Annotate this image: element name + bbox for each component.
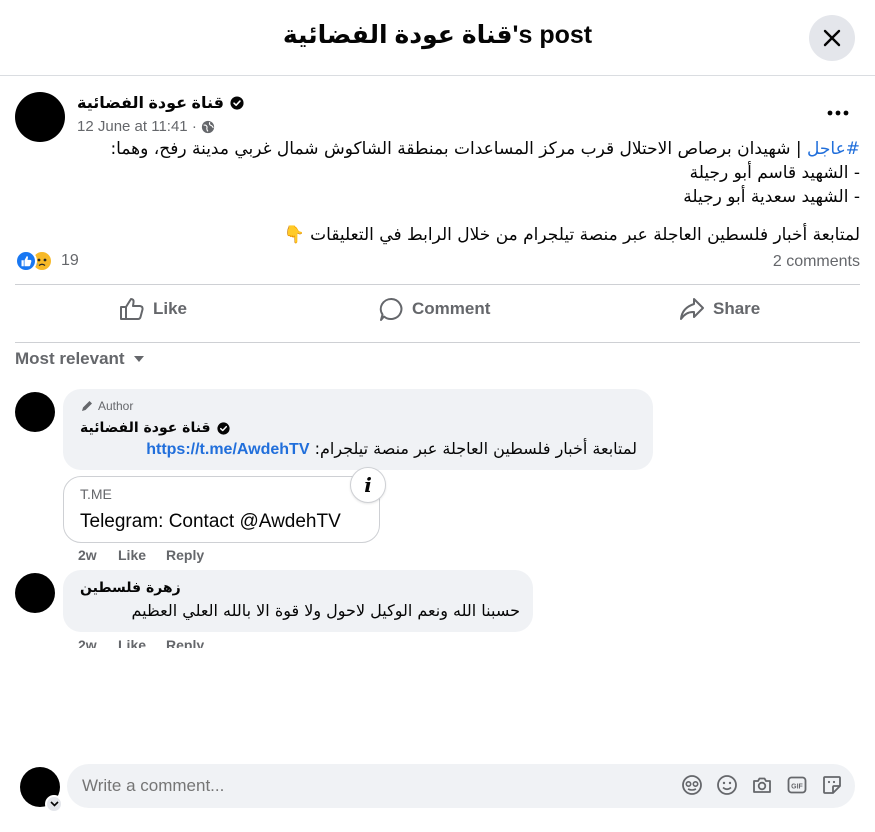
close-icon [823,29,841,47]
like-button[interactable]: Like [119,294,187,324]
link-preview-title: Telegram: Contact @AwdehTV [80,511,341,532]
comment-button[interactable]: Comment [379,294,490,324]
gif-icon[interactable]: GIF [786,774,808,796]
comment-text: حسبنا الله ونعم الوكيل لاحول ولا قوة الا… [131,601,520,620]
sort-label[interactable]: Most relevant [15,349,125,369]
comment-icon [379,297,403,321]
post-line-3: - الشهيد سعدية أبو رجيلة [683,187,860,207]
comments-count-link[interactable]: 2 comments [740,253,860,271]
comment-sort-dropdown[interactable]: Most relevant [15,349,145,369]
dialog-title: قناة عودة الفضائية's post [282,21,593,49]
post-time[interactable]: 12 June at 11:41 · [77,118,197,135]
reactions-summary[interactable]: 19 [15,250,79,272]
post-line-2: - الشهيد قاسم أبو رجيلة [689,163,860,183]
dialog-header: قناة عودة الفضائية's post [0,0,875,76]
comment-like-button[interactable]: Like [118,547,166,563]
comment-actions: 2w Like Reply [78,547,204,563]
like-reaction-icon [15,250,37,272]
like-label: Like [153,299,188,318]
more-options-button[interactable] [820,100,856,126]
more-icon [827,110,849,116]
comments-scroll-clip: 2w Like Reply [0,630,875,648]
comment-age[interactable]: 2w [78,547,118,563]
verified-badge-icon [230,96,244,110]
comment-age[interactable]: 2w [78,637,118,648]
comment-composer[interactable]: GIF [67,764,855,808]
post-timestamp[interactable]: 12 June at 11:41 · [77,118,215,135]
comment-actions: 2w Like Reply [78,637,204,648]
commenter-avatar[interactable] [15,573,55,613]
page-avatar[interactable] [15,92,65,142]
telegram-link[interactable]: https://t.me/AwdehTV [146,441,309,458]
post-author[interactable]: قناة عودة الفضائية [77,93,244,113]
globe-icon [201,120,214,133]
chevron-down-icon [49,801,59,807]
verified-badge-icon [217,421,230,435]
composer-tools: GIF [681,774,843,796]
commenter-name[interactable]: زهرة فلسطين [80,580,181,596]
comment-reply-button[interactable]: Reply [166,547,204,563]
post-body: #عاجل | شهيدان برصاص الاحتلال قرب مركز ا… [15,137,860,247]
emoji-icon[interactable] [716,774,738,796]
comment-input[interactable] [82,776,642,796]
commenter-name[interactable]: قناة عودة الفضائية [80,420,230,436]
divider [15,284,860,285]
author-badge: Author [80,399,133,413]
sticker-icon[interactable] [821,774,843,796]
link-preview-card[interactable]: T.ME Telegram: Contact @AwdehTV [63,476,380,543]
caret-down-icon [133,356,144,362]
share-label: Share [713,299,761,318]
share-button[interactable]: Share [679,294,760,324]
author-badge-label: Author [98,399,134,413]
reaction-count[interactable]: 19 [61,252,79,270]
profile-switch-button[interactable] [45,795,63,813]
comment-like-button[interactable]: Like [118,637,166,648]
comment-text: لمتابعة أخبار فلسطين العاجلة عبر منصة تي… [146,439,637,458]
avatar-sticker-icon[interactable] [681,774,703,796]
hashtag-link[interactable]: #عاجل [807,139,860,159]
post-line-4: لمتابعة أخبار فلسطين العاجلة عبر منصة تي… [283,225,860,245]
thumbs-up-icon [120,298,144,320]
info-icon[interactable]: i [350,467,386,503]
post-line-1: #عاجل | شهيدان برصاص الاحتلال قرب مركز ا… [110,139,860,159]
close-button[interactable] [809,15,855,61]
camera-icon[interactable] [751,774,773,796]
comment-label: Comment [412,299,491,318]
divider [15,342,860,343]
post-author-name[interactable]: قناة عودة الفضائية [77,93,224,113]
commenter-avatar[interactable] [15,392,55,432]
pencil-icon [82,401,92,411]
link-preview-domain: T.ME [80,486,112,502]
svg-text:GIF: GIF [791,784,803,791]
comment-reply-button[interactable]: Reply [166,637,204,648]
share-icon [680,298,704,320]
